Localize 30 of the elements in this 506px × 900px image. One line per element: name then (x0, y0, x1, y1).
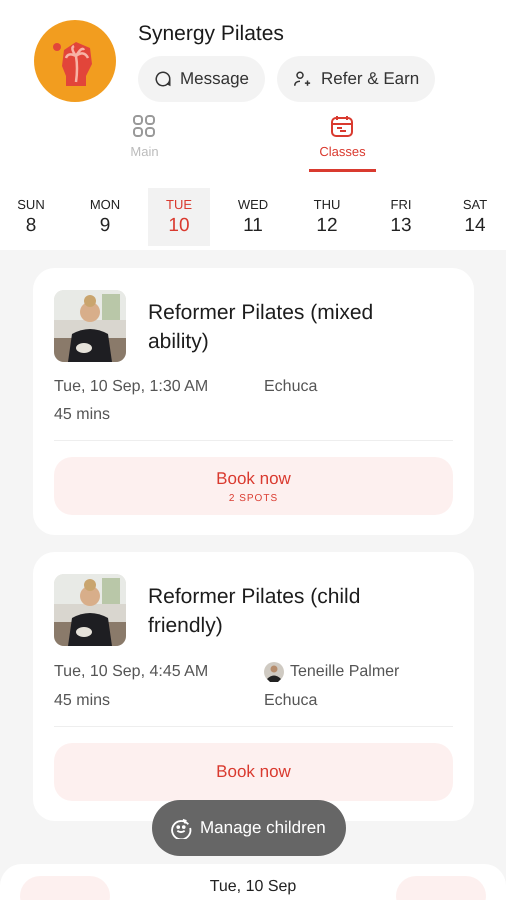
tab[interactable]: Classes (309, 114, 376, 172)
class-title: Reformer Pilates (mixed ability) (148, 300, 374, 355)
class-duration: 45 mins (54, 692, 112, 710)
selected-date: Tue, 10 Sep (210, 877, 296, 896)
manage-children-button[interactable]: Manage children (152, 800, 346, 856)
day-button[interactable]: THU 12 (296, 188, 358, 246)
book-button[interactable]: Book now (54, 743, 453, 801)
grid-icon (132, 114, 156, 138)
day-button[interactable]: MON 9 (74, 188, 136, 246)
chat-bubble-icon (154, 70, 172, 88)
calendar-icon (330, 114, 354, 138)
studio-name: Synergy Pilates (138, 22, 285, 46)
day-button[interactable]: SUN 8 (0, 188, 62, 246)
day-button[interactable]: SAT 14 (444, 188, 506, 246)
class-location: Echuca (264, 692, 318, 710)
day-button[interactable]: FRI 13 (370, 188, 432, 246)
day-button[interactable]: WED 11 (222, 188, 284, 246)
add-person-icon (292, 70, 313, 88)
class-location: Echuca (264, 378, 318, 396)
book-button[interactable]: Book now 2 SPOTS (54, 457, 453, 515)
class-time: Tue, 10 Sep, 1:30 AM (54, 378, 210, 396)
class-time: Tue, 10 Sep, 4:45 AM (54, 662, 210, 682)
class-duration: 45 mins (54, 406, 112, 424)
class-title: Reformer Pilates (child friendly) (148, 584, 362, 639)
day-button[interactable]: TUE 10 (148, 188, 210, 246)
avatar-icon (264, 662, 284, 682)
refer-button[interactable]: Refer & Earn (276, 56, 436, 102)
instructor-name: Teneille Palmer (290, 663, 400, 681)
child-face-icon (170, 817, 192, 839)
message-button[interactable]: Message (138, 56, 265, 102)
